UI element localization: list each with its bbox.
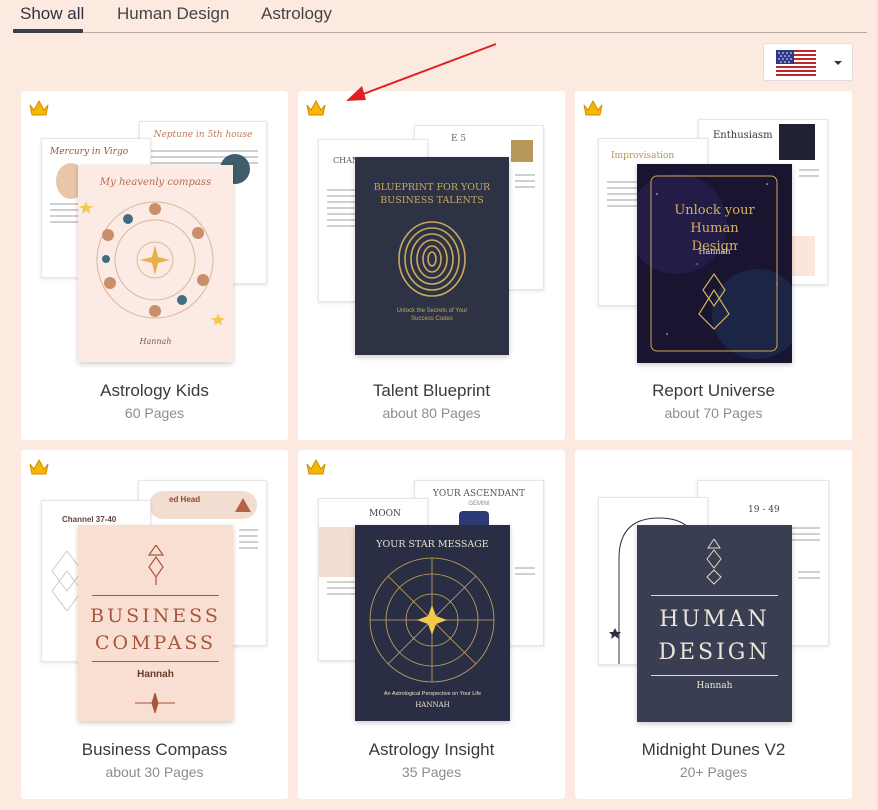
crown-icon [583, 99, 603, 116]
bodygraph-icon [706, 539, 722, 585]
cover-title: HUMAN DESIGN [658, 607, 771, 665]
cover-name: Hannah [696, 681, 733, 691]
cover-name: Hannah [698, 247, 731, 256]
back-page-heading: 19 - 49 [748, 505, 780, 515]
page-count: 60 Pages [124, 405, 185, 421]
cover-name: Hannah [137, 669, 174, 680]
template-title: Business Compass [81, 740, 228, 759]
book-cover: YOUR STAR MESSAGE An Astrological Perspe… [355, 525, 510, 721]
template-title: Talent Blueprint [372, 381, 491, 400]
bodygraph-icon [147, 545, 165, 585]
crown-icon [29, 458, 49, 475]
language-selector[interactable] [763, 43, 853, 81]
page-count: 20+ Pages [679, 764, 748, 780]
template-card-midnight-dunes-v2[interactable]: 19 - 49 HUMAN DESIGN Hannah Midnight Dun… [575, 450, 852, 799]
template-title: Astrology Insight [368, 740, 495, 759]
template-title: Midnight Dunes V2 [641, 740, 786, 759]
cover-name: HANNAH [415, 701, 450, 709]
template-card-talent-blueprint[interactable]: E 5 CHAN BLUEPRINT FOR YOUR BUSINESS TAL… [298, 91, 565, 440]
crown-icon [306, 458, 326, 475]
back-page-heading: Channel 37-40 [62, 515, 117, 524]
cover-subtitle: Unlock the Secrets of Your Success Codes [396, 308, 468, 322]
template-card-astrology-insight[interactable]: YOUR ASCENDANT GEMINI MOON YOUR STAR MES… [298, 450, 565, 799]
tab-show-all[interactable]: Show all [20, 4, 84, 24]
cover-name: Hannah [139, 337, 172, 346]
cover-title: YOUR STAR MESSAGE [376, 539, 489, 550]
compass-rose-icon [135, 693, 175, 713]
us-flag-icon [776, 50, 816, 76]
active-tab-indicator [13, 29, 83, 33]
zodiac-wheel-illustration [79, 201, 225, 325]
book-cover: HUMAN DESIGN Hannah [637, 525, 792, 722]
cover-title: BUSINESS COMPASS [90, 605, 221, 654]
page-count: 35 Pages [401, 764, 462, 780]
crown-icon [306, 99, 326, 116]
back-page-heading: Neptune in 5th house [153, 130, 253, 140]
template-card-report-universe[interactable]: Enthusiasm Improvisation Unlock your Hum… [575, 91, 852, 440]
page-count: about 70 Pages [664, 405, 763, 421]
starry-background-illustration [637, 164, 792, 363]
back-page-heading: YOUR ASCENDANT [432, 489, 526, 499]
template-card-astrology-kids[interactable]: Neptune in 5th house Mercury in Virgo My… [21, 91, 288, 440]
cover-subtitle: An Astrological Perspective on Your Life [383, 691, 482, 697]
book-cover: My heavenly compass Hannah [78, 165, 233, 362]
template-card-business-compass[interactable]: ed Head Channel 37-40 BUSINESS COMPASS H… [21, 450, 288, 799]
template-title: Report Universe [652, 381, 775, 400]
tab-astrology[interactable]: Astrology [261, 4, 332, 24]
back-page-heading: Improvisation [611, 151, 675, 161]
category-tabs: Show all Human Design Astrology [13, 0, 867, 33]
cover-title: My heavenly compass [99, 177, 212, 188]
template-title: Astrology Kids [100, 381, 209, 400]
book-cover: BLUEPRINT FOR YOUR BUSINESS TALENTS Unlo… [355, 157, 509, 355]
book-cover: BUSINESS COMPASS Hannah [78, 525, 233, 721]
crown-icon [29, 99, 49, 116]
back-page-subheading: GEMINI [468, 501, 490, 507]
cover-title: BLUEPRINT FOR YOUR BUSINESS TALENTS [373, 182, 491, 206]
page-count: about 30 Pages [105, 764, 204, 780]
tab-human-design[interactable]: Human Design [117, 4, 229, 24]
back-page-heading: Mercury in Virgo [50, 147, 129, 157]
chevron-down-icon [834, 61, 842, 65]
book-cover: Unlock your Human Design Hannah [637, 164, 792, 363]
zodiac-wheel-illustration [369, 557, 495, 683]
back-page-heading: ed Head [169, 495, 201, 504]
back-page-heading: MOON [369, 509, 401, 519]
page-count: about 80 Pages [382, 405, 481, 421]
fingerprint-icon [398, 221, 466, 297]
